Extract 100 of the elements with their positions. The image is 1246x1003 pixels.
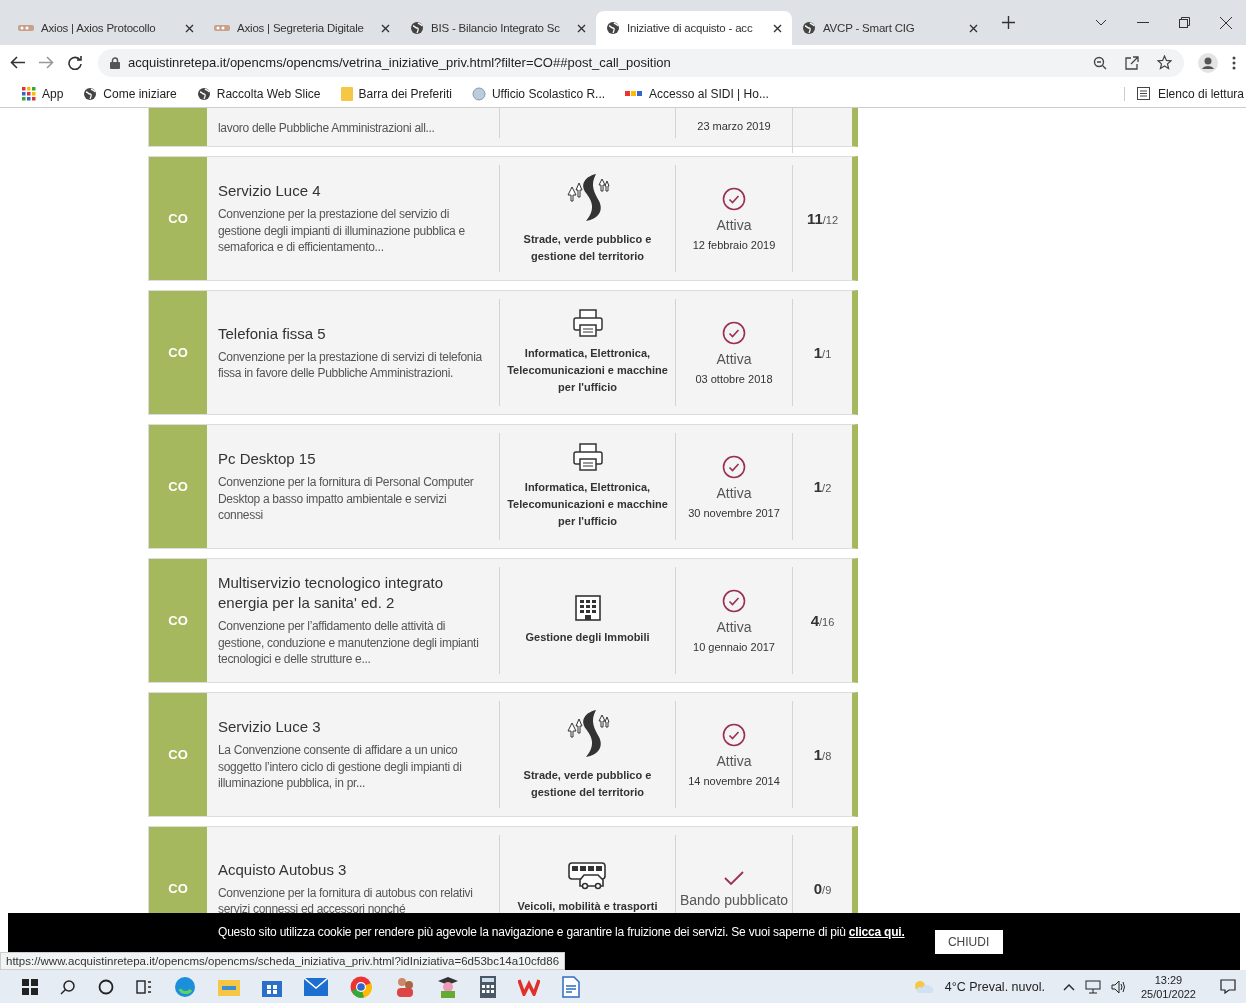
network-icon[interactable] [1084, 979, 1101, 994]
checkmark-icon [724, 869, 744, 886]
bookmark[interactable]: App [22, 86, 64, 101]
chrome-logo-icon[interactable] [350, 975, 372, 998]
document-icon[interactable] [562, 975, 580, 998]
check-circle-icon [722, 320, 746, 345]
logo-icon [18, 22, 34, 34]
lot-count: 11/12 [806, 210, 839, 228]
new-tab-icon[interactable] [1002, 16, 1015, 29]
menu-icon[interactable] [1232, 55, 1236, 70]
address-bar[interactable]: acquistinretepa.it/opencms/opencms/vetrina_iniziative_priv.html?filter=CO##post_call_position [98, 48, 1184, 77]
windows-start-icon[interactable] [22, 978, 38, 995]
browser-tab[interactable]: Axios | Segreteria Digitale [204, 11, 400, 45]
browser-swirl-icon[interactable] [174, 975, 196, 998]
search-icon[interactable] [60, 978, 76, 995]
calculator-icon[interactable] [480, 975, 496, 998]
initiative-title[interactable]: Servizio Luce 4 [218, 181, 493, 202]
lot-count: 4/16 [810, 612, 835, 630]
zoom-icon[interactable] [1093, 55, 1107, 70]
status-label: Attiva [716, 216, 752, 233]
initiative-description: La Convenzione consente di affidare a un unico soggetto l’intero ciclo di gestione degli impianti di illuminazione pubblica, in pr... [218, 742, 463, 792]
bookmark[interactable]: Ufficio Scolastico R... [471, 86, 606, 101]
category-label: Strade, verde pubblico e gestione del territorio [522, 767, 653, 800]
bookmark[interactable]: Raccolta Web Slice [196, 86, 321, 101]
globe-icon [410, 21, 424, 35]
category-label: Veicoli, mobilità e trasporti [517, 899, 658, 913]
browser-tab[interactable]: Iniziative di acquisto - acc [596, 11, 792, 45]
bookmark[interactable]: Accesso al SIDI | Ho... [625, 86, 769, 101]
restore-icon[interactable] [1179, 17, 1190, 28]
chevron-up-icon[interactable] [1062, 982, 1075, 991]
clock[interactable]: 13:29 25/01/2022 [1140, 972, 1196, 1001]
bookmark[interactable]: Barra dei Preferiti [340, 86, 452, 101]
initiative-description: Convenzione per la prestazione di servizi di telefonia fissa in favore delle Pubbliche Amministrazioni. [218, 348, 483, 382]
graduate-icon[interactable] [438, 975, 458, 998]
star-icon[interactable] [1157, 55, 1172, 70]
status-date: 14 novembre 2014 [688, 774, 780, 787]
category-badge: CO [149, 827, 207, 913]
initiative-title[interactable]: Acquisto Autobus 3 [218, 859, 493, 880]
close-icon[interactable] [773, 23, 782, 33]
check-circle-icon [722, 454, 746, 479]
cloud-sun-icon [912, 979, 935, 994]
close-icon[interactable] [381, 23, 390, 33]
weather-label[interactable]: 4°C Preval. nuvol. [944, 979, 1045, 994]
category-label: Informatica, Elettronica, Telecomunicazioni e macchine per l'ufficio [506, 346, 669, 395]
building-icon [574, 595, 601, 621]
back-arrow-icon[interactable] [10, 56, 25, 69]
close-icon[interactable] [969, 23, 978, 33]
initiative-title[interactable]: Multiservizio tecnologico integrato energia per la sanita' ed. 2 [218, 573, 493, 614]
reading-list-button[interactable]: Elenco di lettura [1123, 86, 1246, 101]
category-badge: CO [149, 559, 207, 682]
browser-tab[interactable]: BIS - Bilancio Integrato Sc [400, 11, 596, 45]
task-view-icon[interactable] [136, 978, 152, 995]
status-label: Attiva [716, 618, 752, 635]
folder-icon[interactable] [218, 977, 240, 996]
status-date: 23 marzo 2019 [697, 120, 771, 132]
people-icon[interactable] [394, 975, 416, 998]
more-info-link[interactable]: clicca qui. [848, 925, 905, 939]
profile-icon[interactable] [1198, 52, 1218, 73]
w-logo-icon[interactable] [518, 977, 540, 996]
category-badge: CO [149, 693, 207, 816]
notification-icon[interactable] [1220, 979, 1236, 994]
road-trees-icon [565, 708, 610, 759]
seal-icon [471, 86, 486, 101]
mail-envelope-icon[interactable] [304, 977, 328, 996]
close-icon[interactable] [577, 23, 586, 33]
initiative-description: lavoro delle Pubbliche Amministrazioni all... [218, 119, 436, 136]
browser-tab[interactable]: AVCP - Smart CIG [792, 11, 988, 45]
initiative-title[interactable]: Servizio Luce 3 [218, 717, 493, 738]
chevron-down-icon[interactable] [1095, 19, 1107, 26]
category-label: Informatica, Elettronica, Telecomunicazioni e macchine per l'ufficio [506, 480, 669, 529]
close-icon[interactable] [1220, 16, 1232, 29]
lot-count: 1/8 [813, 746, 832, 764]
status-date: 30 novembre 2017 [688, 506, 780, 519]
status-label: Bando pubblicato [679, 891, 789, 908]
speaker-icon[interactable] [1110, 979, 1127, 994]
status-date: 03 ottobre 2018 [695, 372, 773, 385]
status-date: 10 gennaio 2017 [693, 640, 775, 653]
close-icon[interactable] [185, 23, 194, 33]
share-icon[interactable] [1125, 55, 1139, 70]
initiative-description: Convenzione per la fornitura di autobus con relativi servizi connessi ed accessori nonché [218, 884, 474, 913]
bookmark[interactable]: Come iniziare [83, 86, 177, 101]
browser-tab[interactable]: Axios | Axios Protocollo [8, 11, 204, 45]
reload-icon[interactable] [68, 55, 82, 70]
close-button[interactable]: CHIUDI [934, 930, 1003, 954]
lot-count: 1/1 [813, 344, 832, 362]
initiative-title[interactable]: Telefonia fissa 5 [218, 323, 493, 344]
logo-icon [214, 22, 230, 34]
initiative-description: Convenzione per la fornitura di Personal Computer Desktop a basso impatto ambientale e servizi connessi [218, 474, 475, 524]
category-label: Strade, verde pubblico e gestione del territorio [522, 231, 653, 264]
check-circle-icon [722, 722, 746, 747]
circle-icon[interactable] [98, 978, 114, 995]
status-label: Attiva [716, 484, 752, 501]
road-trees-icon [565, 172, 610, 223]
minimize-icon[interactable] [1137, 21, 1149, 24]
status-label: Attiva [716, 752, 752, 769]
globe-icon [606, 21, 620, 35]
cookie-notice: Questo sito utilizza cookie per rendere più agevole la navigazione e garantire la fruizione dei servizi. Se vuoi saperne di più clicca qui. [218, 925, 905, 939]
category-badge: CO [149, 157, 207, 280]
forward-arrow-icon[interactable] [39, 56, 54, 69]
initiative-title[interactable]: Pc Desktop 15 [218, 449, 493, 470]
